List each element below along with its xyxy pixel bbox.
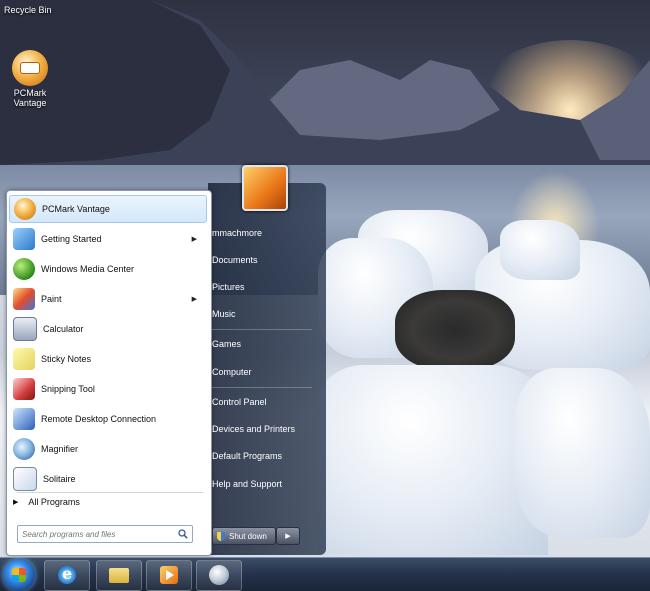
shut-down-button[interactable]: Shut down — [212, 527, 276, 545]
taskbar-media-player[interactable] — [146, 560, 192, 591]
start-button[interactable] — [3, 559, 35, 591]
ice-floor — [318, 365, 548, 555]
program-label: Sticky Notes — [41, 354, 92, 364]
taskbar — [0, 557, 650, 591]
remote-desktop-icon — [13, 408, 35, 430]
media-player-icon — [160, 566, 178, 584]
place-default-programs[interactable]: Default Programs — [212, 448, 316, 464]
place-user[interactable]: mmachmore — [212, 225, 316, 241]
program-calculator[interactable]: Calculator — [9, 315, 205, 343]
program-label: Paint — [41, 294, 62, 304]
program-magnifier[interactable]: Magnifier — [9, 435, 205, 463]
user-picture[interactable] — [242, 165, 288, 211]
program-paint[interactable]: Paint ▶ — [9, 285, 205, 313]
all-programs-label: All Programs — [28, 497, 80, 507]
recycle-bin-desktop-icon[interactable]: Recycle Bin — [0, 3, 64, 15]
divider — [212, 387, 312, 388]
ice-block — [515, 368, 650, 538]
place-pictures[interactable]: Pictures — [212, 279, 316, 295]
search-box[interactable] — [17, 525, 193, 543]
submenu-arrow-icon[interactable]: ▶ — [192, 235, 197, 243]
getting-started-icon — [13, 228, 35, 250]
program-label: Magnifier — [41, 444, 79, 454]
ice-block — [500, 220, 580, 280]
program-getting-started[interactable]: Getting Started ▶ — [9, 225, 205, 253]
pcmark-desktop-icon[interactable]: PCMark Vantage — [4, 50, 56, 108]
place-control-panel[interactable]: Control Panel — [212, 394, 316, 410]
program-label: Snipping Tool — [41, 384, 95, 394]
program-sticky-notes[interactable]: Sticky Notes — [9, 345, 205, 373]
program-label: PCMark Vantage — [42, 204, 110, 214]
program-label: Remote Desktop Connection — [41, 414, 157, 424]
calculator-icon — [13, 317, 37, 341]
place-devices-printers[interactable]: Devices and Printers — [212, 421, 316, 437]
program-remote-desktop[interactable]: Remote Desktop Connection — [9, 405, 205, 433]
place-computer[interactable]: Computer — [212, 364, 316, 380]
search-icon[interactable] — [178, 529, 188, 539]
program-label: Calculator — [43, 324, 84, 334]
pcmark-icon — [12, 50, 48, 86]
taskbar-internet-explorer[interactable] — [44, 560, 90, 591]
taskbar-pcmark[interactable] — [196, 560, 242, 591]
program-label: Getting Started — [41, 234, 102, 244]
place-help-support[interactable]: Help and Support — [212, 476, 316, 492]
media-center-icon — [13, 258, 35, 280]
recycle-bin-label: Recycle Bin — [4, 5, 52, 15]
mountain-range — [0, 0, 650, 170]
program-snipping-tool[interactable]: Snipping Tool — [9, 375, 205, 403]
internet-explorer-icon — [58, 564, 76, 584]
divider — [212, 329, 312, 330]
sticky-notes-icon — [13, 348, 35, 370]
shut-down-label: Shut down — [229, 531, 267, 541]
all-programs-button[interactable]: ▶ All Programs — [13, 497, 80, 507]
magnifier-icon — [13, 438, 35, 460]
rocks — [395, 290, 515, 370]
program-label: Windows Media Center — [41, 264, 135, 274]
shut-down-options-button[interactable]: ▶ — [276, 527, 300, 545]
paint-icon — [13, 288, 35, 310]
search-input[interactable] — [18, 528, 174, 540]
taskbar-explorer[interactable] — [96, 560, 142, 591]
shield-icon — [217, 531, 225, 541]
pcmark-icon — [14, 198, 36, 220]
place-games[interactable]: Games — [212, 336, 316, 352]
solitaire-icon — [13, 467, 37, 491]
program-label: Solitaire — [43, 474, 76, 484]
folder-icon — [109, 568, 129, 583]
divider — [17, 492, 203, 493]
program-pcmark-vantage[interactable]: PCMark Vantage — [9, 195, 207, 223]
snipping-tool-icon — [13, 378, 35, 400]
program-windows-media-center[interactable]: Windows Media Center — [9, 255, 205, 283]
program-solitaire[interactable]: Solitaire — [9, 465, 205, 493]
pcmark-desktop-label: PCMark Vantage — [13, 88, 47, 108]
chevron-right-icon: ▶ — [285, 533, 291, 540]
pcmark-taskbar-icon — [209, 565, 229, 585]
place-documents[interactable]: Documents — [212, 252, 316, 268]
place-music[interactable]: Music — [212, 306, 316, 322]
triangle-right-icon: ▶ — [13, 499, 19, 506]
start-menu-programs-pane: PCMark Vantage Getting Started ▶ Windows… — [6, 190, 212, 556]
submenu-arrow-icon[interactable]: ▶ — [192, 295, 197, 303]
